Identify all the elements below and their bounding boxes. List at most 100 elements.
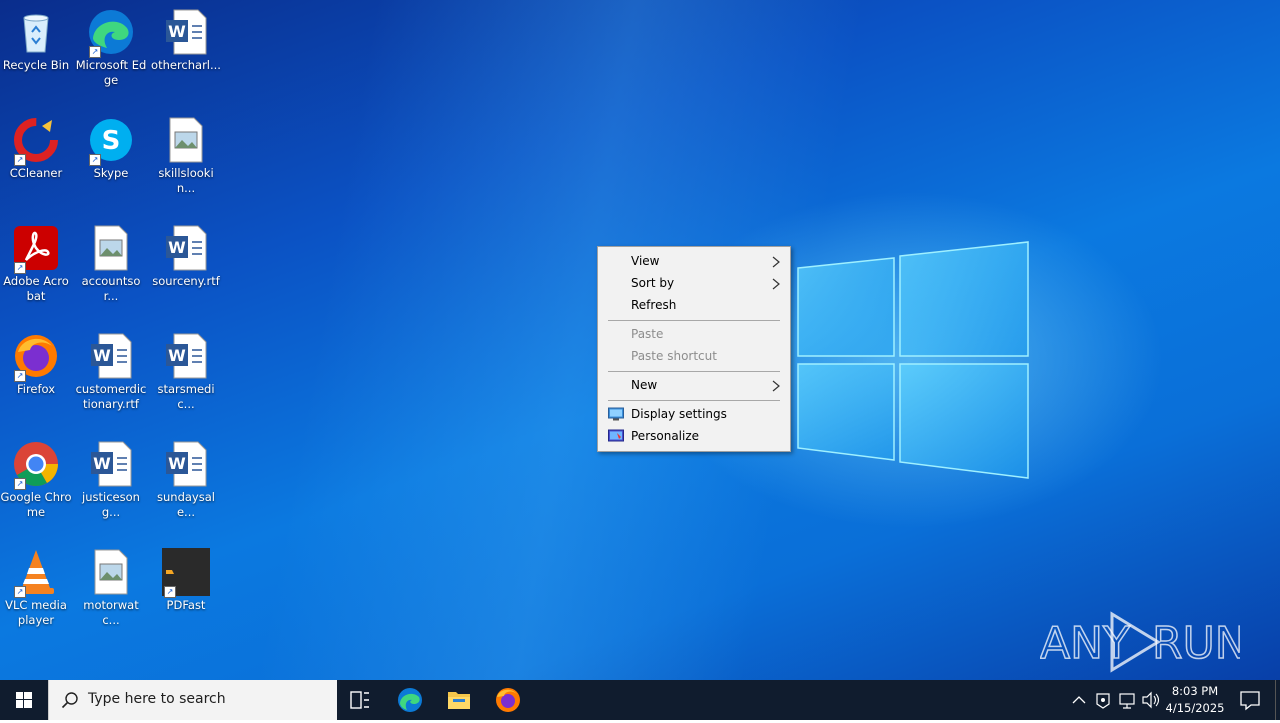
desktop-icon-sourceny[interactable]: W sourceny.rtf [150, 224, 222, 289]
taskbar-file-explorer-button[interactable] [435, 680, 483, 720]
icon-label: Skype [93, 166, 129, 180]
display-settings-icon [608, 407, 624, 421]
menu-separator [608, 400, 780, 401]
shortcut-arrow-icon: ↗ [89, 46, 101, 58]
windows-wallpaper-logo [797, 241, 1029, 479]
menu-label: New [631, 378, 658, 392]
desktop-icon-customerdictionary[interactable]: W customerdictionary.rtf [75, 332, 147, 412]
svg-text:W: W [93, 346, 111, 365]
chevron-up-icon [1072, 696, 1086, 704]
icon-label: sourceny.rtf [152, 274, 220, 288]
chevron-right-icon [772, 256, 780, 268]
menu-item-paste[interactable]: Paste [598, 323, 790, 345]
tray-security-button[interactable] [1092, 680, 1114, 720]
menu-item-new[interactable]: New [598, 374, 790, 396]
icon-label: sundaysale... [157, 490, 215, 519]
desktop-icon-pdfast[interactable]: ↗ PDFast [150, 548, 222, 613]
icon-label: Firefox [16, 382, 56, 396]
icon-label: customerdictionary.rtf [75, 382, 147, 411]
menu-item-view[interactable]: View [598, 250, 790, 272]
icon-label: starsmedic... [157, 382, 215, 411]
shortcut-arrow-icon: ↗ [14, 370, 26, 382]
tray-network-button[interactable] [1116, 680, 1138, 720]
icon-label: Adobe Acrobat [3, 274, 69, 303]
desktop-icon-othercharl[interactable]: W othercharl... [150, 8, 222, 73]
chevron-right-icon [772, 278, 780, 290]
icon-label: othercharl... [151, 58, 221, 72]
menu-item-refresh[interactable]: Refresh [598, 294, 790, 316]
clock-date: 4/15/2025 [1165, 701, 1225, 715]
start-button[interactable] [0, 680, 48, 720]
microsoft-edge-icon [398, 688, 422, 712]
windows-start-icon [16, 692, 32, 708]
menu-label: Sort by [631, 276, 675, 290]
desktop-icon-vlc[interactable]: ↗ VLC media player [0, 548, 72, 628]
desktop-icon-justicesong[interactable]: W justicesong... [75, 440, 147, 520]
taskbar: Type here to search 8:03 PM 4/15/2025 [0, 680, 1280, 720]
image-file-icon [94, 225, 128, 271]
folder-icon [448, 692, 470, 709]
image-file-icon [169, 117, 203, 163]
svg-text:W: W [168, 454, 186, 473]
show-desktop-button[interactable] [1275, 680, 1280, 720]
menu-label: View [631, 254, 660, 268]
desktop-icon-recycle-bin[interactable]: Recycle Bin [0, 8, 72, 73]
shortcut-arrow-icon: ↗ [14, 478, 26, 490]
shield-icon [1096, 693, 1110, 709]
menu-item-personalize[interactable]: Personalize [598, 425, 790, 447]
network-icon [1119, 693, 1135, 709]
menu-item-paste-shortcut[interactable]: Paste shortcut [598, 345, 790, 367]
icon-label: Microsoft Edge [75, 58, 147, 87]
anyrun-watermark-logo: ANY RUN [1040, 611, 1240, 673]
taskbar-clock[interactable]: 8:03 PM 4/15/2025 [1160, 683, 1230, 717]
desktop-icon-accountsor[interactable]: accountsor... [75, 224, 147, 304]
menu-label: Paste shortcut [631, 349, 717, 363]
shortcut-arrow-icon: ↗ [89, 154, 101, 166]
search-placeholder: Type here to search [88, 691, 226, 707]
desktop-icon-skillslookin[interactable]: skillslookin... [150, 116, 222, 196]
icon-label: VLC media player [5, 598, 67, 627]
icon-label: justicesong... [82, 490, 140, 519]
desktop-icon-google-chrome[interactable]: ↗ Google Chrome [0, 440, 72, 520]
svg-text:ANY: ANY [1040, 618, 1130, 669]
action-center-button[interactable] [1232, 680, 1268, 720]
taskbar-firefox-button[interactable] [484, 680, 532, 720]
desktop-icon-motorwatc[interactable]: motorwatc... [75, 548, 147, 628]
word-document-icon: W [166, 441, 207, 487]
menu-item-sort-by[interactable]: Sort by [598, 272, 790, 294]
clock-time: 8:03 PM [1171, 684, 1219, 698]
tray-overflow-button[interactable] [1068, 680, 1090, 720]
menu-label: Refresh [631, 298, 677, 312]
speaker-icon [1142, 691, 1160, 709]
icon-label: Google Chrome [0, 490, 72, 519]
desktop-icon-microsoft-edge[interactable]: ↗ Microsoft Edge [75, 8, 147, 88]
firefox-icon [496, 688, 520, 712]
taskbar-search-box[interactable]: Type here to search [48, 680, 337, 720]
task-view-icon [350, 691, 369, 709]
desktop-icon-skype[interactable]: S ↗ Skype [75, 116, 147, 181]
icon-label: motorwatc... [83, 598, 139, 627]
image-file-icon [94, 549, 128, 595]
menu-item-display-settings[interactable]: Display settings [598, 403, 790, 425]
personalize-icon [608, 429, 624, 442]
desktop-icon-sundaysale[interactable]: W sundaysale... [150, 440, 222, 520]
desktop-icon-ccleaner[interactable]: ↗ CCleaner [0, 116, 72, 181]
chevron-right-icon [772, 380, 780, 392]
notification-icon [1240, 691, 1260, 711]
desktop-icon-firefox[interactable]: ↗ Firefox [0, 332, 72, 397]
menu-separator [608, 320, 780, 321]
taskbar-edge-button[interactable] [386, 680, 434, 720]
word-document-icon: W [166, 333, 207, 379]
task-view-button[interactable] [336, 680, 384, 720]
svg-text:S: S [102, 126, 121, 156]
icon-label: skillslookin... [158, 166, 214, 195]
shortcut-arrow-icon: ↗ [164, 586, 176, 598]
svg-text:W: W [168, 238, 186, 257]
desktop-icon-adobe-acrobat[interactable]: ↗ Adobe Acrobat [0, 224, 72, 304]
desktop-context-menu: View Sort by Refresh Paste Paste shortcu… [597, 246, 791, 452]
tray-volume-button[interactable] [1140, 680, 1162, 720]
desktop-icon-starsmedic[interactable]: W starsmedic... [150, 332, 222, 412]
icon-label: Recycle Bin [2, 58, 70, 72]
menu-label: Paste [631, 327, 664, 341]
svg-text:W: W [168, 346, 186, 365]
